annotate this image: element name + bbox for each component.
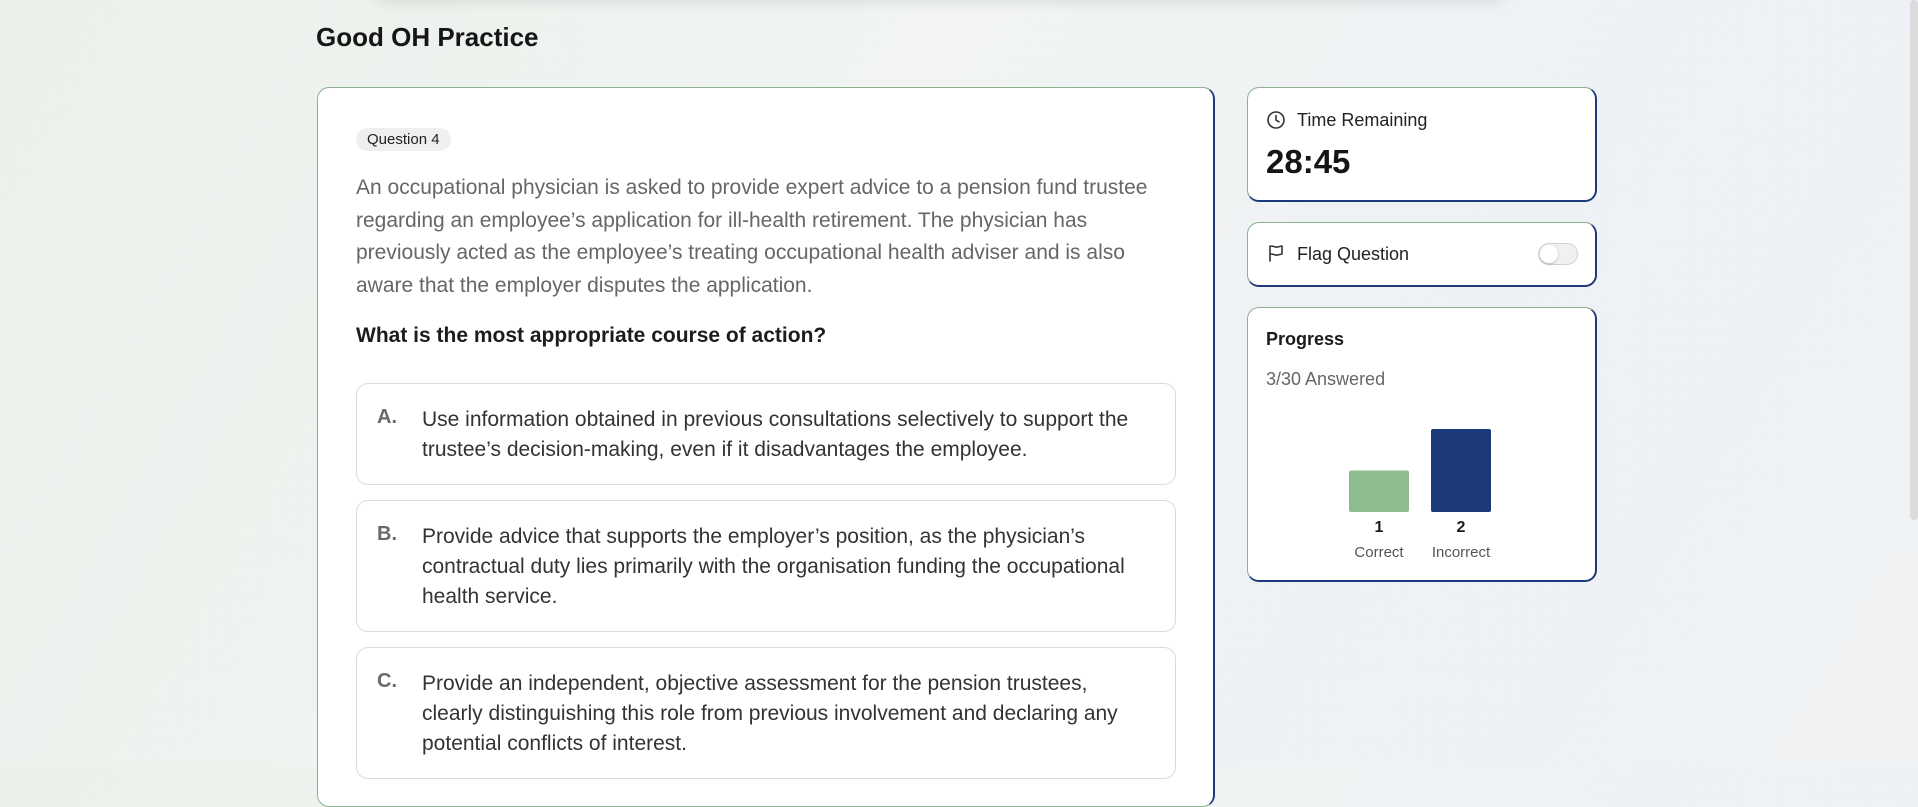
option-letter: B. [377, 523, 397, 545]
option-letter: C. [377, 670, 397, 692]
bar-correct [1349, 470, 1409, 512]
progress-card: Progress 3/30 Answered 1 Correct 2 Incorrec… [1247, 307, 1597, 582]
page-title: Good OH Practice [316, 22, 539, 52]
answer-option-b[interactable]: B. Provide advice that supports the empl… [356, 500, 1176, 632]
flag-icon [1269, 245, 1283, 262]
option-letter: A. [377, 406, 397, 428]
timer-card: Time Remaining 28:45 [1247, 87, 1597, 202]
option-text: Provide advice that supports the employe… [422, 525, 1125, 608]
bar-category-label: Correct [1354, 544, 1404, 561]
clock-icon [1267, 111, 1285, 129]
option-text: Provide an independent, objective assess… [422, 672, 1118, 755]
bar-category-label: Incorrect [1432, 544, 1491, 561]
answer-option-c[interactable]: C. Provide an independent, objective ass… [356, 647, 1176, 779]
question-number-badge: Question 4 [356, 128, 451, 151]
toggle-knob [1540, 245, 1558, 263]
timer-value: 28:45 [1266, 143, 1351, 180]
progress-bar-chart: 1 Correct 2 Incorrect [1349, 429, 1491, 561]
flag-question-card: Flag Question [1247, 222, 1597, 287]
flag-question-toggle[interactable] [1538, 243, 1578, 265]
flag-question-label: Flag Question [1297, 244, 1410, 264]
question-stem: An occupational physician is asked to pr… [356, 176, 1148, 297]
page-scrollbar[interactable] [1910, 0, 1918, 520]
option-text: Use information obtained in previous con… [422, 408, 1129, 461]
answer-option-a[interactable]: A. Use information obtained in previous … [356, 383, 1176, 485]
question-card: Question 4 An occupational physician is … [317, 87, 1215, 807]
question-prompt: What is the most appropriate course of a… [356, 324, 827, 347]
bar-value-label: 2 [1457, 519, 1466, 536]
bar-incorrect [1431, 429, 1491, 512]
timer-label: Time Remaining [1297, 110, 1428, 130]
bar-value-label: 1 [1375, 519, 1384, 536]
